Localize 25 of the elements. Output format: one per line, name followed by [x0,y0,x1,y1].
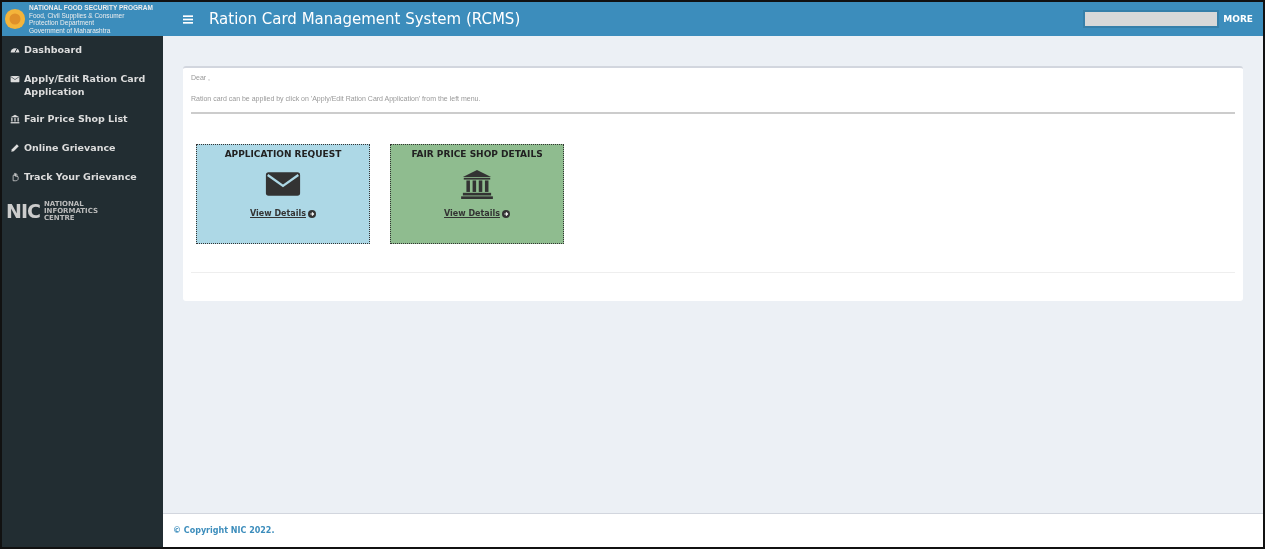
tile-title: FAIR PRICE SHOP DETAILS [411,149,543,159]
arrow-circle-icon [501,209,510,218]
view-details-link[interactable]: View Details [250,209,316,218]
search-field[interactable] [1083,10,1220,28]
tile-title: APPLICATION REQUEST [224,149,342,159]
view-details-link[interactable]: View Details [444,209,510,218]
gauge-icon [10,45,20,55]
bank-icon [459,169,495,199]
menu-icon[interactable] [183,14,193,24]
sidebar-item[interactable]: Online Grievance [2,134,163,163]
envelope-icon [265,169,301,199]
more-link[interactable]: MORE [1223,14,1253,24]
pencil-icon [10,143,20,153]
logo-mark: NIC [6,200,40,222]
app-title: Ration Card Management System (RCMS) [209,10,522,28]
copyright-text: © Copyright NIC 2022. [173,526,275,535]
sidebar-item[interactable]: Fair Price Shop List [2,105,163,134]
sidebar-item[interactable]: Dashboard [2,36,163,65]
envelope-icon [10,74,20,84]
hand-icon [10,172,20,182]
emblem-icon [4,8,26,30]
bank-icon [10,114,20,124]
arrow-circle-icon [307,209,316,218]
sidebar-item[interactable]: Track Your Grievance [2,163,163,192]
sidebar-item[interactable]: Apply/Edit Ration Card Application [2,65,163,105]
